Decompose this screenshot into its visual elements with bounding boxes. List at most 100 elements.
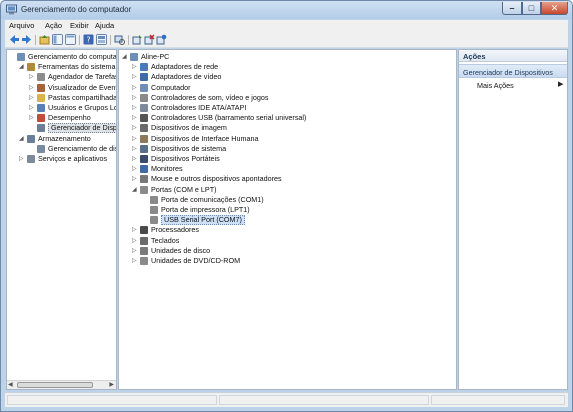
toolbar-separator bbox=[35, 35, 36, 45]
expand-icon[interactable]: ▷ bbox=[29, 72, 35, 82]
device-tree-item[interactable]: ▷ Controladores de som, vídeo e jogos bbox=[119, 93, 456, 103]
device-tree-item[interactable]: ▷ Dispositivos de imagem bbox=[119, 123, 456, 133]
toolbar-separator bbox=[128, 35, 129, 45]
help-icon[interactable]: ? bbox=[83, 34, 94, 45]
expand-icon[interactable]: ▷ bbox=[132, 256, 138, 266]
expand-icon[interactable]: ▷ bbox=[29, 103, 35, 113]
console-tree-item[interactable]: ▷ Usuários e Grupos Loca bbox=[7, 103, 116, 113]
minimize-button[interactable]: – bbox=[502, 2, 522, 15]
menu-acao[interactable]: Ação bbox=[45, 21, 62, 30]
console-tree-item[interactable]: ◢ Armazenamento bbox=[7, 134, 116, 144]
expand-icon[interactable]: ▷ bbox=[132, 236, 138, 246]
menu-arquivo[interactable]: Arquivo bbox=[9, 21, 34, 30]
expand-icon[interactable]: ▷ bbox=[132, 123, 138, 133]
disable-device-icon[interactable] bbox=[156, 34, 167, 45]
close-button[interactable]: ✕ bbox=[541, 2, 568, 15]
expand-icon[interactable]: ▷ bbox=[132, 72, 138, 82]
tree-item-label: Mouse e outros dispositivos apontadores bbox=[151, 174, 282, 184]
console-tree-item[interactable]: ▷ Serviços e aplicativos bbox=[7, 154, 116, 164]
device-tree-item[interactable]: ▷ Dispositivos de Interface Humana bbox=[119, 134, 456, 144]
console-tree-item[interactable]: Gerenciamento do computad bbox=[7, 52, 116, 62]
expand-icon[interactable]: ▷ bbox=[132, 62, 138, 72]
properties-icon[interactable] bbox=[96, 34, 107, 45]
device-tree-item[interactable]: ▷ Dispositivos de sistema bbox=[119, 144, 456, 154]
up-folder-icon[interactable] bbox=[39, 34, 50, 45]
device-tree-item[interactable]: USB Serial Port (COM7) bbox=[119, 215, 456, 226]
maximize-button[interactable]: □ bbox=[522, 2, 541, 15]
expand-icon[interactable]: ▷ bbox=[29, 83, 35, 93]
tree-item-label: Dispositivos de sistema bbox=[151, 143, 227, 153]
status-cell bbox=[7, 395, 217, 405]
expand-icon[interactable]: ▷ bbox=[132, 93, 138, 103]
expand-icon[interactable]: ▷ bbox=[132, 134, 138, 144]
scrollbar-thumb[interactable] bbox=[17, 382, 93, 388]
expand-icon[interactable]: ▷ bbox=[132, 225, 138, 235]
tree-item-label: Controladores USB (barramento serial uni… bbox=[151, 113, 307, 123]
console-tree-item[interactable]: ▷ Visualizador de Eventos bbox=[7, 83, 116, 93]
collapse-icon[interactable]: ◢ bbox=[132, 185, 138, 195]
device-tree-item[interactable]: ▷ Computador bbox=[119, 83, 456, 93]
scroll-left-icon[interactable]: ◀ bbox=[8, 381, 13, 388]
expand-icon[interactable]: ▷ bbox=[29, 93, 35, 103]
scroll-right-icon[interactable]: ▶ bbox=[109, 381, 114, 388]
device-tree-item[interactable]: ▷ Dispositivos Portáteis bbox=[119, 154, 456, 164]
device-tree-item[interactable]: ▷ Unidades de disco bbox=[119, 246, 456, 256]
device-tree-item[interactable]: ▷ Teclados bbox=[119, 236, 456, 246]
status-cell bbox=[431, 395, 565, 405]
expand-icon[interactable]: ▷ bbox=[132, 103, 138, 113]
device-tree-item[interactable]: ▷ Unidades de DVD/CD-ROM bbox=[119, 256, 456, 266]
device-tree-item[interactable]: ▷ Adaptadores de rede bbox=[119, 62, 456, 72]
update-driver-icon[interactable] bbox=[132, 34, 143, 45]
expand-icon[interactable]: ▷ bbox=[132, 154, 138, 164]
console-tree-item[interactable]: ◢ Ferramentas do sistema bbox=[7, 62, 116, 72]
device-tree-item[interactable]: Porta de impressora (LPT1) bbox=[119, 205, 456, 215]
horizontal-scrollbar[interactable]: ◀ ▶ bbox=[7, 380, 116, 389]
collapse-icon[interactable]: ◢ bbox=[19, 62, 25, 72]
expand-icon[interactable]: ▷ bbox=[132, 83, 138, 93]
device-tree-item[interactable]: ▷ Monitores bbox=[119, 164, 456, 174]
console-tree-item[interactable]: Gerenciador de Disposit bbox=[7, 123, 116, 134]
expand-icon[interactable]: ▷ bbox=[19, 154, 25, 164]
expand-icon[interactable]: ▷ bbox=[29, 113, 35, 123]
expand-icon[interactable]: ▷ bbox=[132, 246, 138, 256]
console-view-icon[interactable] bbox=[65, 34, 76, 45]
console-tree-item[interactable]: ▷ Desempenho bbox=[7, 113, 116, 123]
tree-item-label: Gerenciamento do computad bbox=[28, 52, 117, 61]
tree-item-label: Pastas compartilhadas bbox=[48, 92, 117, 102]
display-adapter-icon bbox=[140, 73, 148, 82]
tree-item-label: Usuários e Grupos Loca bbox=[48, 103, 116, 112]
console-tree-item[interactable]: ▷ Pastas compartilhadas bbox=[7, 93, 116, 103]
expand-icon[interactable]: ▷ bbox=[132, 174, 138, 184]
console-tree-pane: Gerenciamento do computad ◢ Ferramentas do… bbox=[6, 49, 117, 390]
collapse-icon[interactable]: ◢ bbox=[19, 134, 25, 144]
network-adapter-icon bbox=[140, 63, 148, 72]
forward-arrow-icon[interactable] bbox=[21, 34, 32, 45]
device-tree-item[interactable]: ▷ Controladores IDE ATA/ATAPI bbox=[119, 103, 456, 113]
console-tree-item[interactable]: Gerenciamento de disco bbox=[7, 144, 116, 154]
menu-exibir[interactable]: Exibir bbox=[70, 21, 89, 30]
device-tree-item[interactable]: ◢ Portas (COM e LPT) bbox=[119, 185, 456, 195]
tree-item-label: Monitores bbox=[151, 164, 183, 174]
device-tree-item[interactable]: ◢ Aline-PC bbox=[119, 52, 456, 62]
device-tree-item[interactable]: ▷ Processadores bbox=[119, 225, 456, 235]
back-arrow-icon[interactable] bbox=[9, 34, 20, 45]
device-tree-item[interactable]: ▷ Mouse e outros dispositivos apontadores bbox=[119, 174, 456, 184]
menu-ajuda[interactable]: Ajuda bbox=[95, 21, 114, 30]
expand-icon[interactable]: ▷ bbox=[132, 164, 138, 174]
monitor-icon bbox=[140, 165, 148, 174]
device-tree-item[interactable]: ▷ Adaptadores de vídeo bbox=[119, 72, 456, 82]
status-cell bbox=[219, 395, 429, 405]
uninstall-icon[interactable] bbox=[144, 34, 155, 45]
title-bar[interactable]: Gerenciamento do computador – □ ✕ bbox=[1, 1, 572, 19]
collapse-icon[interactable]: ◢ bbox=[122, 52, 128, 62]
console-tree-item[interactable]: ▷ Agendador de Tarefas bbox=[7, 72, 116, 82]
actions-section-header[interactable]: Gerenciador de Dispositivos bbox=[459, 64, 567, 78]
expand-icon[interactable]: ▷ bbox=[132, 144, 138, 154]
more-actions-link[interactable]: Mais Ações bbox=[477, 81, 514, 90]
device-scan-icon[interactable] bbox=[114, 34, 125, 45]
show-hide-tree-icon[interactable] bbox=[52, 34, 63, 45]
performance-icon bbox=[37, 114, 45, 123]
device-tree-item[interactable]: Porta de comunicações (COM1) bbox=[119, 195, 456, 205]
expand-icon[interactable]: ▷ bbox=[132, 113, 138, 123]
device-tree-item[interactable]: ▷ Controladores USB (barramento serial un… bbox=[119, 113, 456, 123]
